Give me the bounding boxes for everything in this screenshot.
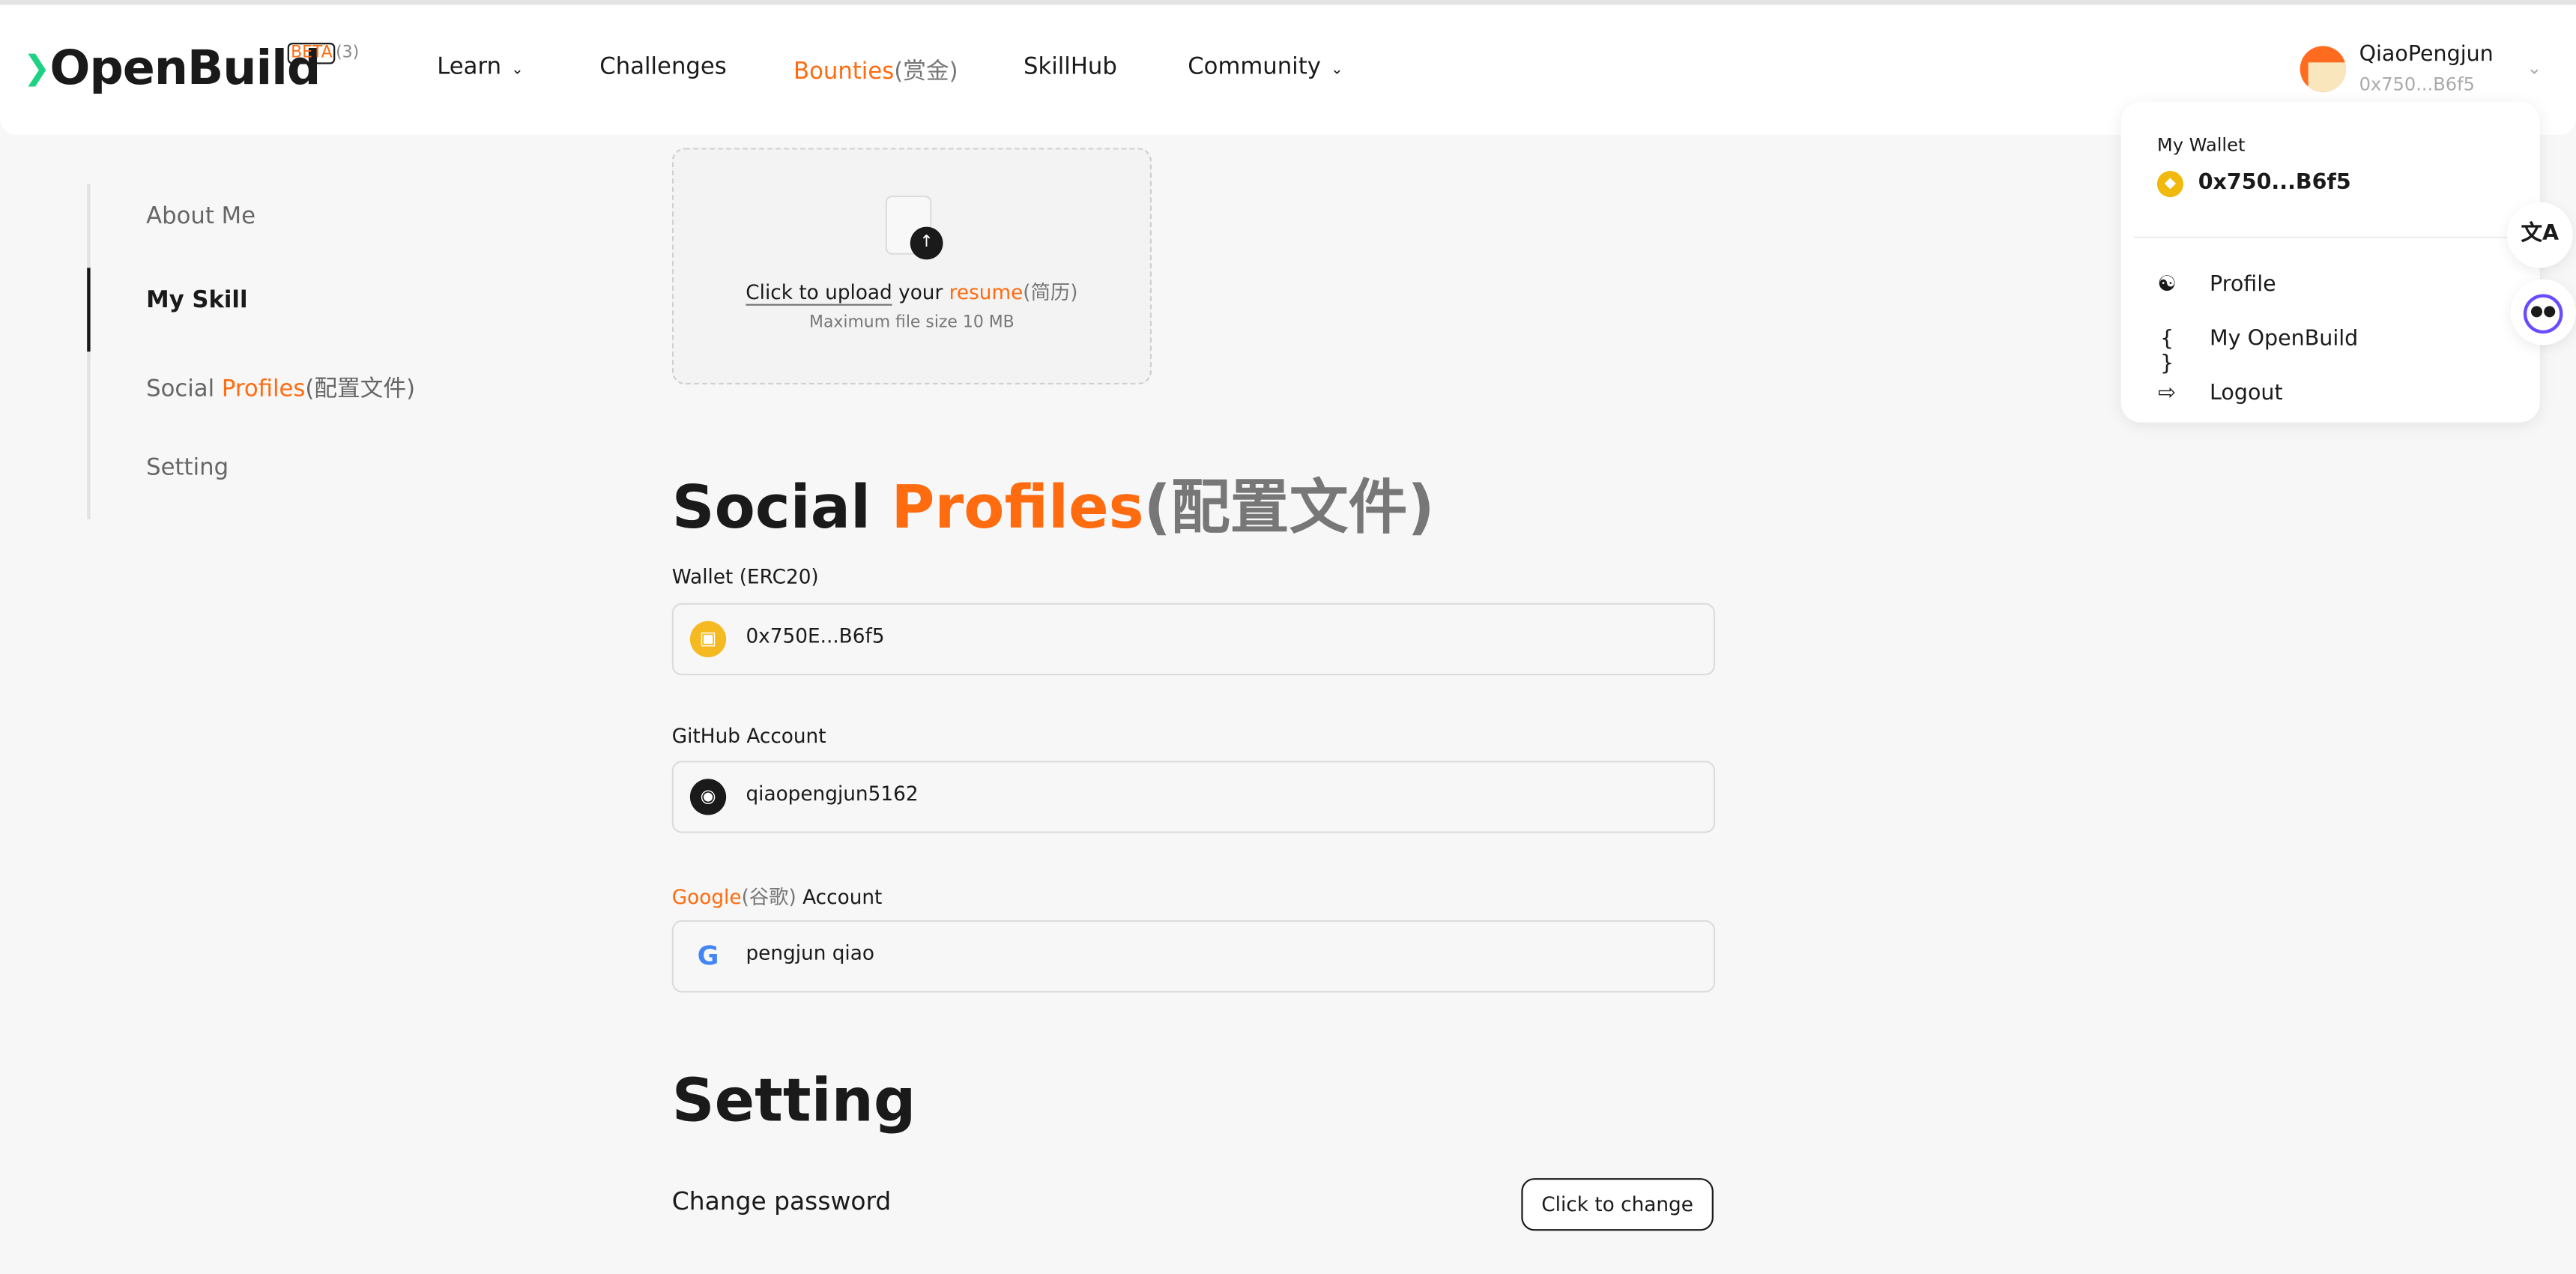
translate-button[interactable]: 文A (2506, 202, 2573, 268)
menu-label: My OpenBuild (2210, 327, 2359, 352)
upload-link[interactable]: Click to upload (746, 280, 892, 306)
upload-size-hint: Maximum file size 10 MB (809, 313, 1015, 332)
sidebar-item-social-profiles[interactable]: Social Profiles(配置文件) (146, 372, 415, 405)
beta-badge: BETA (3) (287, 43, 360, 64)
cloud-upload-icon: ↑ (910, 226, 943, 260)
logout-icon: ⇨ (2158, 381, 2176, 406)
setting-heading: Setting (671, 1068, 916, 1136)
logo-chevron-icon: ❯ (22, 47, 51, 88)
change-password-button[interactable]: Click to change (1521, 1178, 1714, 1231)
google-field[interactable]: Gpengjun qiao (671, 920, 1716, 993)
user-name[interactable]: QiaoPengjun (2359, 43, 2494, 67)
heading-text: Social (671, 474, 892, 543)
nav-label: Community (1188, 54, 1321, 81)
github-icon: ◉ (689, 779, 727, 815)
wallet-label: My Wallet (2156, 134, 2246, 157)
wallet-value: 0x750E...B6f5 (746, 624, 885, 647)
upload-text: Click to upload your resume(简历) (674, 278, 1150, 306)
logo[interactable]: ❯OpenBuild (23, 40, 321, 96)
user-icon: ☯ (2157, 272, 2177, 298)
label-highlight: Profiles (221, 376, 306, 403)
user-address: 0x750...B6f5 (2359, 73, 2475, 96)
nav-label: Bounties (793, 58, 895, 86)
label-text: Account (796, 885, 883, 909)
translate-icon: 文A (2521, 222, 2560, 247)
label-suffix: (谷歌) (741, 885, 796, 909)
social-profiles-heading: Social Profiles(配置文件) (672, 460, 1435, 546)
google-value: pengjun qiao (746, 941, 874, 965)
logo-text: OpenBuild (49, 39, 321, 96)
heading-suffix: (配置文件) (1143, 474, 1435, 543)
wallet-address: 0x750...B6f5 (2198, 171, 2351, 196)
google-field-label: Google(谷歌) Account (672, 882, 883, 910)
chevron-down-icon[interactable]: ⌄ (2527, 58, 2542, 79)
divider (2134, 236, 2540, 238)
wallet-icon: ▣ (689, 621, 727, 658)
beta-label: BETA (287, 43, 336, 64)
nav-bounties[interactable]: Bounties(赏金) (793, 54, 958, 87)
menu-item-logout[interactable]: ⇨ Logout (2121, 372, 2540, 421)
sidebar-item-about-me[interactable]: About Me (146, 204, 256, 230)
nav-learn[interactable]: Learn ⌄ (437, 54, 524, 80)
github-field[interactable]: ◉ qiaopengjun5162 (671, 761, 1716, 833)
assistant-button[interactable]: ●● (2510, 279, 2576, 345)
github-value: qiaopengjun5162 (746, 782, 919, 806)
sidebar-item-setting[interactable]: Setting (146, 455, 229, 481)
nav-label: Challenges (599, 54, 727, 81)
label-suffix: (配置文件) (305, 376, 416, 403)
avatar-face (2308, 62, 2347, 92)
wallet-field-label: Wallet (ERC20) (671, 565, 819, 588)
label: Social (146, 376, 222, 403)
nav-skillhub[interactable]: SkillHub (1024, 54, 1117, 80)
nav-challenges[interactable]: Challenges (599, 54, 726, 80)
upload-suffix: (简历) (1023, 280, 1078, 304)
sidebar-item-my-skill[interactable]: My Skill (146, 288, 247, 314)
nav-community[interactable]: Community ⌄ (1188, 54, 1343, 80)
chevron-down-icon: ⌄ (511, 62, 524, 79)
change-password-label: Change password (671, 1186, 892, 1216)
user-dropdown-menu: My Wallet ◆ 0x750...B6f5 ☯ Profile { } My … (2120, 101, 2540, 423)
braces-icon: { } (2159, 327, 2174, 377)
avatar[interactable] (2300, 46, 2347, 92)
google-icon: G (697, 940, 719, 971)
bnb-coin-icon: ◆ (2156, 171, 2183, 198)
chevron-down-icon: ⌄ (1331, 62, 1343, 79)
heading-highlight: Profiles (891, 474, 1144, 543)
nav-label: SkillHub (1023, 54, 1117, 81)
upload-highlight: resume (949, 280, 1024, 304)
github-field-label: GitHub Account (671, 724, 826, 748)
wallet-field[interactable]: ▣ 0x750E...B6f5 (671, 603, 1716, 676)
menu-label: Profile (2210, 272, 2276, 298)
nav-label: Learn (437, 54, 502, 81)
label-highlight: Google (671, 885, 742, 909)
nav-suffix: (赏金) (894, 58, 958, 86)
menu-item-my-openbuild[interactable]: { } My OpenBuild (2121, 317, 2540, 376)
upload-middle: your (892, 280, 949, 304)
menu-label: Logout (2210, 381, 2283, 406)
bot-face-icon: ●● (2523, 293, 2563, 333)
menu-item-profile[interactable]: ☯ Profile (2121, 263, 2540, 313)
sidebar-active-indicator (87, 268, 91, 352)
resume-upload-dropzone[interactable]: ↑ Click to upload your resume(简历) Maximu… (671, 148, 1152, 385)
beta-count: (3) (336, 44, 360, 63)
